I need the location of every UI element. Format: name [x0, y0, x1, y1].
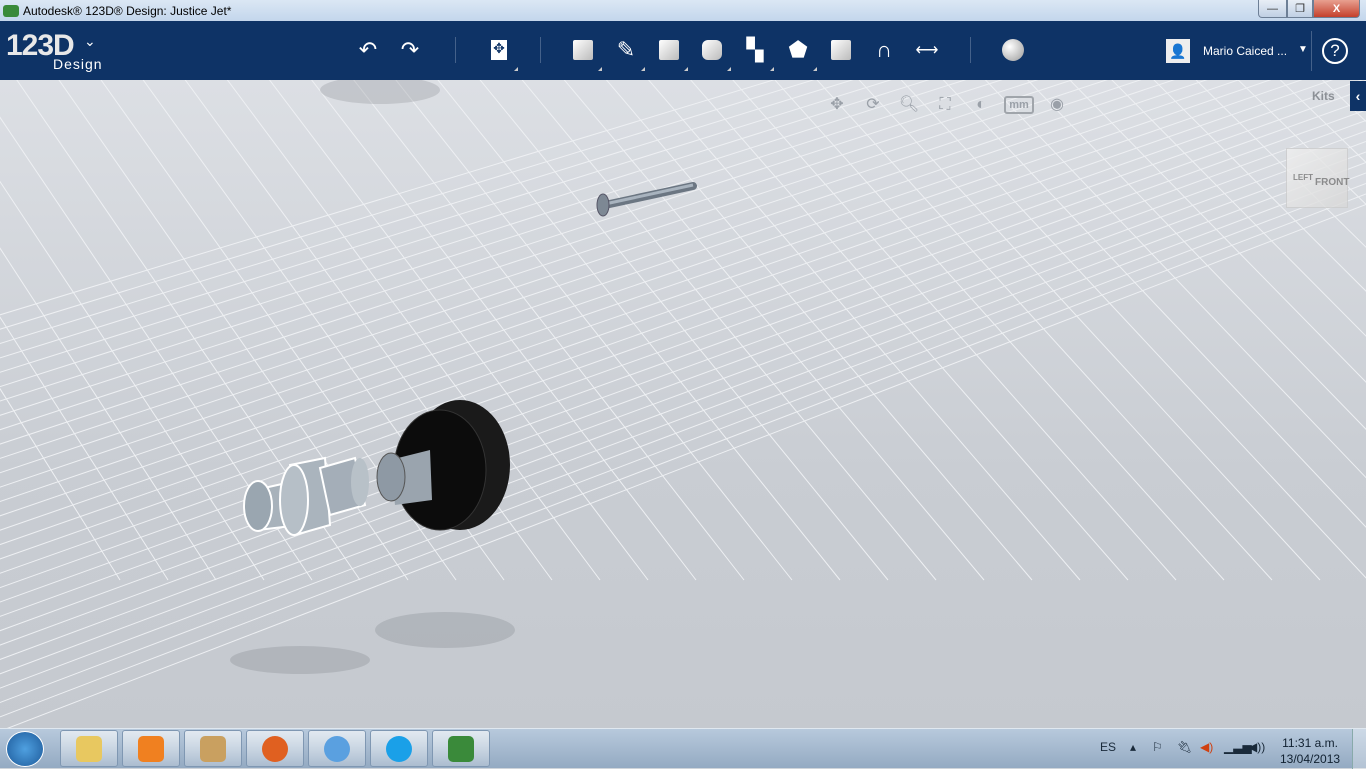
ground-grid	[0, 80, 1366, 728]
grid-line	[774, 80, 1225, 581]
grid-line	[0, 80, 930, 373]
pan-icon[interactable]: ✥	[824, 94, 850, 116]
power-icon[interactable]: 🔌︎	[1177, 740, 1192, 754]
grid-line	[6, 204, 1366, 728]
close-button[interactable]: X	[1313, 0, 1360, 18]
kits-panel-toggle[interactable]: ‹	[1350, 81, 1366, 111]
grid-line	[0, 80, 1208, 488]
shaft-object[interactable]	[243, 456, 369, 537]
undo-button[interactable]: ↶	[351, 33, 385, 67]
transform-icon: ✥	[491, 40, 507, 60]
grid-line	[690, 80, 1129, 581]
snap-button[interactable]: ∩	[867, 33, 901, 67]
volume-muted-icon[interactable]: ◀)	[1200, 740, 1213, 754]
language-indicator[interactable]: ES	[1100, 740, 1116, 754]
combine-button[interactable]	[824, 33, 858, 67]
modify-icon	[702, 40, 722, 60]
grid-line	[479, 80, 889, 581]
grouping-icon: ⬟	[788, 37, 808, 62]
taskbar-media-player[interactable]	[122, 730, 180, 767]
grid-line	[0, 162, 1366, 675]
units-button[interactable]: mm	[1004, 96, 1034, 114]
grid-line	[0, 80, 1240, 503]
grid-line	[0, 387, 121, 581]
primitives-button[interactable]	[566, 33, 602, 71]
combine-icon	[831, 40, 851, 60]
taskbar-skype[interactable]	[370, 730, 428, 767]
time: 11:31 a.m.	[1282, 736, 1338, 750]
materials-button[interactable]	[996, 33, 1030, 67]
view-cube[interactable]: LEFT FRONT	[1286, 148, 1349, 208]
redo-button[interactable]: ↷	[393, 33, 427, 67]
grid-line	[0, 80, 1175, 474]
sketch-icon: ✎	[616, 37, 636, 62]
pattern-button[interactable]: ▚	[738, 33, 774, 71]
orbit-icon[interactable]: ⟳	[860, 94, 886, 116]
3d-viewport[interactable]: Kits ‹ LEFT FRONT	[0, 80, 1366, 728]
action-center-flag-icon[interactable]: ⚐	[1152, 740, 1163, 754]
material-sphere-icon	[1002, 39, 1024, 61]
grid-line	[0, 141, 1366, 646]
grid-line	[0, 151, 1366, 660]
app-toolbar: 123D Design ⌄ ↶ ↷ ✥ ✎ ▚ ⬟ ∩ ⟷ 👤 Mario Ca…	[0, 21, 1366, 80]
kits-label[interactable]: Kits	[1312, 89, 1335, 103]
speaker-icon[interactable]: ◀))	[1248, 740, 1265, 754]
modify-button[interactable]	[695, 33, 731, 71]
taskbar-archive[interactable]	[184, 730, 242, 767]
grid-line	[0, 80, 1003, 402]
fit-icon[interactable]: ⛶	[932, 94, 958, 116]
pattern-icon: ▚	[746, 37, 764, 62]
grouping-button[interactable]: ⬟	[781, 33, 817, 71]
window-title: Autodesk® 123D® Design: Justice Jet*	[23, 3, 232, 18]
taskbar-123d-design[interactable]	[432, 730, 490, 767]
pin-object[interactable]	[596, 182, 697, 217]
clock[interactable]: 11:31 a.m. 13/04/2013	[1280, 735, 1340, 767]
transform-button[interactable]: ✥	[482, 33, 518, 71]
visibility-eye-icon[interactable]: ◉	[1044, 94, 1070, 116]
taskbar-firefox[interactable]	[246, 730, 304, 767]
taskbar: ES ▴ ⚐ 🔌︎ ◀) ▁▃▅ ◀)) 11:31 a.m. 13/04/201…	[0, 728, 1366, 769]
zoom-icon[interactable]: 🔍︎	[896, 94, 922, 116]
grid-line	[0, 99, 1366, 589]
tray-expand-icon[interactable]: ▴	[1130, 740, 1136, 754]
viewcube-left[interactable]: LEFT	[1293, 173, 1313, 182]
app-menu-chevron-icon[interactable]: ⌄	[84, 33, 96, 50]
snap-magnet-icon: ∩	[876, 37, 892, 62]
primitives-icon	[573, 40, 593, 60]
grid-line	[0, 180, 265, 581]
viewcube-front[interactable]: FRONT	[1315, 177, 1349, 188]
grid-line	[0, 183, 1366, 704]
grid-line	[0, 120, 1366, 617]
measure-button[interactable]: ⟷	[910, 33, 944, 67]
undo-icon: ↶	[358, 37, 378, 62]
avatar[interactable]: 👤	[1166, 39, 1190, 63]
redo-icon: ↷	[400, 37, 420, 62]
title-bar: Autodesk® 123D® Design: Justice Jet* — ❐…	[0, 0, 1366, 21]
grid-line	[0, 88, 1366, 574]
app-icon	[3, 4, 19, 17]
app-logo-sub: Design	[53, 56, 103, 72]
start-button[interactable]	[6, 731, 44, 767]
construct-icon	[659, 40, 679, 60]
help-button[interactable]: ?	[1322, 38, 1348, 64]
date: 13/04/2013	[1280, 752, 1341, 766]
show-desktop-button[interactable]	[1352, 729, 1366, 769]
minimize-button[interactable]: —	[1258, 0, 1287, 18]
ruler-icon: ⟷	[915, 42, 939, 59]
taskbar-messenger[interactable]	[308, 730, 366, 767]
maximize-button[interactable]: ❐	[1287, 0, 1313, 18]
construct-button[interactable]	[652, 33, 688, 71]
user-name[interactable]: Mario Caiced ...	[1203, 44, 1287, 58]
user-dropdown-icon[interactable]: ▼	[1298, 44, 1308, 55]
sketch-button[interactable]: ✎	[609, 33, 645, 71]
view-mode-icon[interactable]: ◐	[968, 94, 994, 116]
navigation-bar: ✥ ⟳ 🔍︎ ⛶ ◐ mm ◉	[824, 94, 1070, 116]
grid-line	[605, 80, 1033, 581]
grid-line	[0, 80, 1108, 445]
taskbar-explorer[interactable]	[60, 730, 118, 767]
